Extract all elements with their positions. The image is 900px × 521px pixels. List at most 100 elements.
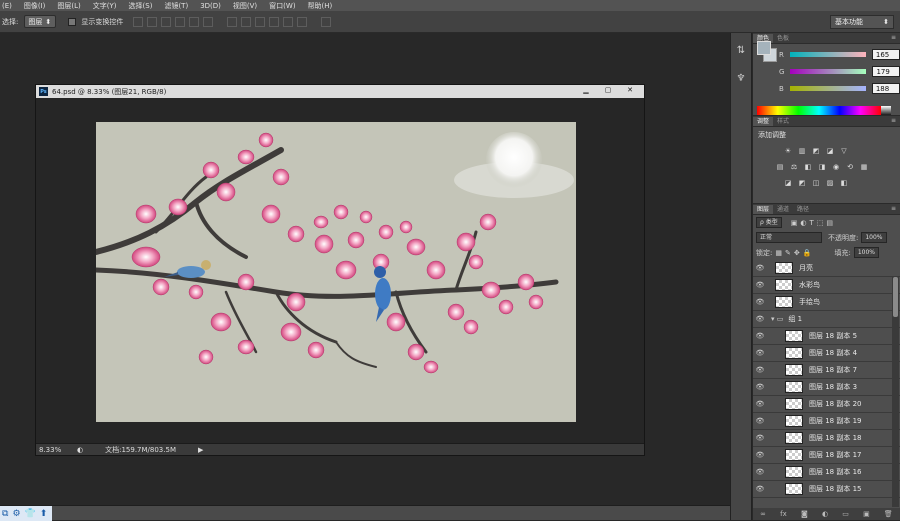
layer-row[interactable]: 👁 水彩鸟 (753, 277, 900, 294)
menu-type[interactable]: 文字(Y) (93, 1, 117, 11)
tab-adjustments[interactable]: 调整 (753, 117, 774, 126)
visibility-eye-icon[interactable]: 👁 (753, 315, 767, 323)
window-icon[interactable]: ⧉ (2, 509, 8, 519)
panel-menu-icon[interactable]: ≡ (891, 117, 896, 124)
layer-row[interactable]: 👁 月亮 (753, 260, 900, 277)
visibility-eye-icon[interactable]: 👁 (753, 434, 767, 442)
visibility-eye-icon[interactable]: 👁 (753, 366, 767, 374)
curves-icon[interactable]: ◩ (811, 146, 821, 156)
channel-mixer-icon[interactable]: ⟲ (845, 162, 855, 172)
fill-field[interactable]: 100% (853, 247, 879, 258)
add-mask-icon[interactable]: ◙ (801, 510, 808, 518)
distribute-top-icon[interactable] (227, 16, 238, 27)
g-slider[interactable] (790, 69, 867, 74)
brightness-icon[interactable]: ☀ (783, 146, 793, 156)
layer-row[interactable]: 👁 图层 18 副本 20 (753, 396, 900, 413)
layers-scrollbar[interactable] (892, 277, 899, 507)
levels-icon[interactable]: ▥ (797, 146, 807, 156)
posterize-icon[interactable]: ◩ (797, 178, 807, 188)
new-adjustment-icon[interactable]: ◐ (822, 510, 828, 518)
new-group-icon[interactable]: ▭ (842, 510, 849, 518)
link-layers-icon[interactable]: ∞ (760, 510, 766, 518)
hue-icon[interactable]: ⚖ (789, 162, 799, 172)
layer-row[interactable]: 👁 图层 18 副本 18 (753, 430, 900, 447)
menu-window[interactable]: 窗口(W) (269, 1, 295, 11)
tab-layers[interactable]: 图层 (753, 205, 774, 214)
filter-pixel-icon[interactable]: ▣ (791, 219, 798, 227)
visibility-eye-icon[interactable]: 👁 (753, 451, 767, 459)
visibility-eye-icon[interactable]: 👁 (753, 298, 767, 306)
history-icon[interactable]: ⇅ (733, 45, 749, 61)
document-titlebar[interactable]: Ps 64.psd @ 8.33% (图层21, RGB/8) ▁ ▢ ✕ (36, 85, 644, 98)
distribute-hcenter-icon[interactable] (283, 16, 294, 27)
visibility-eye-icon[interactable]: 👁 (753, 383, 767, 391)
align-top-icon[interactable] (133, 16, 144, 27)
tool-icon[interactable]: ⚙ (12, 509, 20, 519)
exposure-icon[interactable]: ◪ (825, 146, 835, 156)
artwork-canvas[interactable] (96, 122, 576, 422)
tab-channels[interactable]: 通道 (773, 205, 793, 214)
layer-row[interactable]: 👁 图层 18 副本 16 (753, 464, 900, 481)
filter-type-icon[interactable]: T (809, 219, 813, 227)
layer-row[interactable]: 👁 图层 18 副本 4 (753, 345, 900, 362)
layer-row[interactable]: 👁 图层 18 副本 15 (753, 481, 900, 498)
align-right-icon[interactable] (203, 16, 214, 27)
delete-layer-icon[interactable]: 🗑 (884, 510, 893, 518)
menu-help[interactable]: 帮助(H) (308, 1, 333, 11)
menu-view[interactable]: 视图(V) (233, 1, 257, 11)
workspace-switcher[interactable]: 基本功能 ⬍ (830, 15, 894, 29)
color-balance-icon[interactable]: ◧ (803, 162, 813, 172)
distribute-vcenter-icon[interactable] (241, 16, 252, 27)
filter-adjust-icon[interactable]: ◐ (800, 219, 806, 227)
tab-swatches[interactable]: 色板 (773, 34, 793, 43)
visibility-eye-icon[interactable]: 👁 (753, 264, 767, 272)
status-arrow-icon[interactable]: ▶ (198, 446, 203, 454)
close-button[interactable]: ✕ (620, 85, 640, 96)
blend-mode-select[interactable]: 正常 (756, 232, 822, 243)
visibility-eye-icon[interactable]: 👁 (753, 332, 767, 340)
opacity-field[interactable]: 100% (861, 232, 887, 243)
filter-smart-icon[interactable]: ▤ (826, 219, 833, 227)
g-value-field[interactable]: 179 (872, 66, 900, 77)
folder-icon[interactable]: ▾ ▭ (771, 315, 783, 323)
invert-icon[interactable]: ◪ (783, 178, 793, 188)
visibility-eye-icon[interactable]: 👁 (753, 349, 767, 357)
menu-filter[interactable]: 滤镜(T) (164, 1, 188, 11)
layer-row[interactable]: 👁 手绘鸟 (753, 294, 900, 311)
gradient-triangle-icon[interactable]: ▽ (839, 146, 849, 156)
foreground-color-swatch[interactable] (757, 41, 771, 55)
align-bottom-icon[interactable] (161, 16, 172, 27)
menu-edit[interactable]: (E) (2, 2, 12, 10)
visibility-eye-icon[interactable]: 👁 (753, 400, 767, 408)
menu-select[interactable]: 选择(S) (129, 1, 153, 11)
b-value-field[interactable]: 188 (871, 83, 900, 94)
tab-styles[interactable]: 样式 (773, 117, 793, 126)
canvas-area[interactable] (36, 98, 644, 443)
auto-align-icon[interactable] (321, 16, 332, 27)
layer-row[interactable]: 👁 图层 18 副本 5 (753, 328, 900, 345)
layer-row[interactable]: 👁 图层 18 副本 7 (753, 362, 900, 379)
color-lookup-icon[interactable]: ▦ (859, 162, 869, 172)
layer-row[interactable]: 👁 ▾ ▭ 组 1 (753, 311, 900, 328)
upload-icon[interactable]: ⬆ (40, 509, 48, 519)
distribute-bottom-icon[interactable] (255, 16, 266, 27)
distribute-left-icon[interactable] (269, 16, 280, 27)
actions-icon[interactable]: ♆ (733, 73, 749, 89)
menu-layer[interactable]: 图层(L) (57, 1, 80, 11)
lock-transparent-icon[interactable]: ▦ (775, 249, 782, 257)
minimize-button[interactable]: ▁ (576, 85, 596, 96)
layer-row[interactable]: 👁 图层 18 副本 19 (753, 413, 900, 430)
threshold-icon[interactable]: ◫ (811, 178, 821, 188)
lock-move-icon[interactable]: ✥ (794, 249, 800, 257)
align-left-icon[interactable] (175, 16, 186, 27)
tab-paths[interactable]: 路径 (793, 205, 813, 214)
status-info-icon[interactable]: ◐ (77, 446, 83, 454)
bw-icon[interactable]: ◨ (817, 162, 827, 172)
layer-row[interactable]: 👁 图层 18 副本 3 (753, 379, 900, 396)
visibility-eye-icon[interactable]: 👁 (753, 417, 767, 425)
menu-3d[interactable]: 3D(D) (200, 2, 221, 10)
selective-color-icon[interactable]: ◧ (839, 178, 849, 188)
align-vcenter-icon[interactable] (147, 16, 158, 27)
vibrance-icon[interactable]: ▤ (775, 162, 785, 172)
new-layer-icon[interactable]: ▣ (863, 510, 870, 518)
